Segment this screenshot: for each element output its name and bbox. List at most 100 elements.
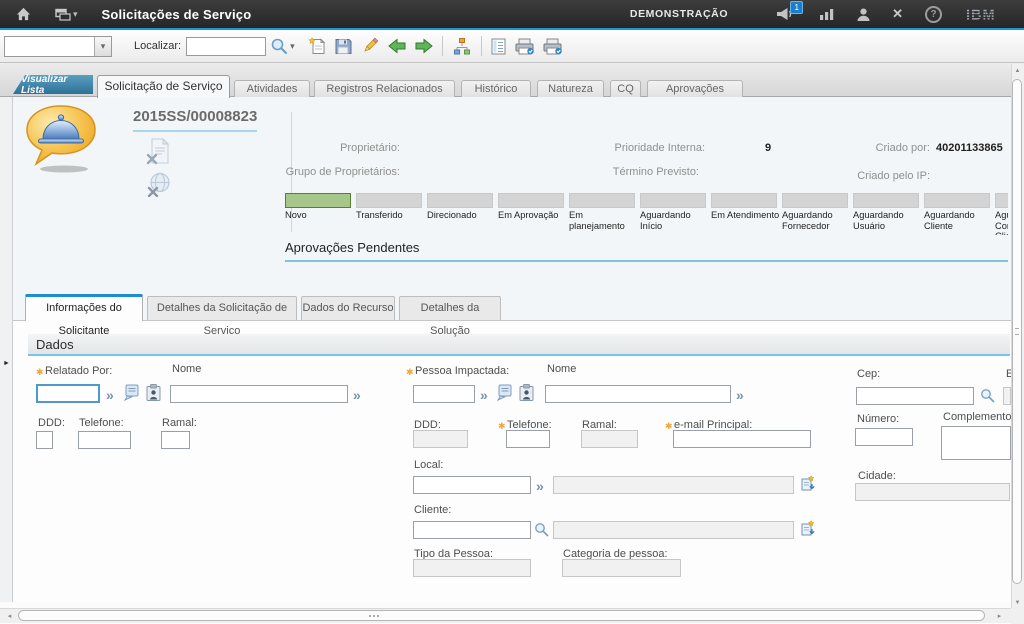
stage-label: Aguardando Confirmação Cliente xyxy=(995,210,1008,235)
stage-em-aprovacao: Em Aprovação xyxy=(498,193,564,235)
ibm-logo: IBM xyxy=(966,7,1008,22)
print-with-attachments-icon[interactable] xyxy=(543,38,562,55)
home-icon[interactable] xyxy=(16,7,31,21)
horizontal-scrollbar-thumb[interactable] xyxy=(18,610,985,621)
client-input[interactable] xyxy=(413,521,531,539)
impacted-phone-input[interactable] xyxy=(506,430,550,448)
stage-label: Novo xyxy=(285,210,357,221)
reported-ddd-input[interactable] xyxy=(36,431,53,449)
tab-registros-relacionados[interactable]: Registros Relacionados xyxy=(314,80,455,97)
queries-combobox[interactable]: ▾ xyxy=(4,36,112,57)
stage-aguardando-inicio: Aguardando Início xyxy=(640,193,706,235)
reported-phone-input[interactable] xyxy=(78,431,131,449)
clipboard-person-icon[interactable] xyxy=(145,384,162,401)
stage-box xyxy=(924,193,990,208)
reports-chart-icon[interactable] xyxy=(820,8,835,20)
number-label: Número: xyxy=(857,413,899,425)
impacted-person-input[interactable] xyxy=(413,385,475,403)
detail-menu-icon[interactable]: » xyxy=(736,388,744,402)
search-icon[interactable] xyxy=(270,37,288,55)
long-description-unavailable-icon[interactable] xyxy=(146,138,171,170)
next-record-icon[interactable] xyxy=(415,38,433,54)
combobox-caret-icon[interactable]: ▾ xyxy=(94,37,111,56)
tab-historico[interactable]: Histórico xyxy=(461,80,531,97)
cep-input[interactable] xyxy=(856,387,974,405)
stage-label: Transferido xyxy=(356,210,428,221)
globe-unavailable-icon[interactable] xyxy=(146,172,171,202)
select-value-icon[interactable] xyxy=(980,388,995,403)
clear-changes-icon[interactable] xyxy=(361,37,379,55)
view-list-button[interactable]: Visualizar Lista xyxy=(13,75,93,94)
created-by-value: 40201133865 xyxy=(936,142,1003,154)
sign-out-icon[interactable]: ✕ xyxy=(892,6,903,22)
number-input[interactable] xyxy=(855,428,913,446)
clipboard-person-icon[interactable] xyxy=(518,384,535,401)
tab-natureza[interactable]: Natureza xyxy=(537,80,604,97)
impacted-ext-input xyxy=(581,430,638,448)
app-switcher-caret-icon[interactable]: ▾ xyxy=(73,9,78,20)
impacted-name-input[interactable] xyxy=(545,385,731,403)
target-finish-label: Término Previsto: xyxy=(584,166,699,178)
app-switcher-icon[interactable] xyxy=(55,8,71,21)
stage-label: Aguardando Cliente xyxy=(924,210,996,231)
subtab-informacoes-solicitante[interactable]: Informações do Solicitante xyxy=(25,294,143,321)
quick-insert-icon[interactable] xyxy=(799,475,816,492)
profile-person-icon[interactable] xyxy=(857,8,870,21)
reported-phone-label: Telefone: xyxy=(79,417,124,429)
collapsed-side-panel[interactable] xyxy=(0,97,13,602)
service-request-icon xyxy=(22,104,100,181)
tab-aprovacoes[interactable]: Aprovações xyxy=(647,80,743,97)
required-icon: ✱ xyxy=(498,421,506,432)
reported-by-input[interactable] xyxy=(36,384,100,403)
announcements-button[interactable]: 1 xyxy=(776,7,794,21)
locate-label: Localizar: xyxy=(134,40,181,52)
locate-input[interactable] xyxy=(186,37,266,56)
workflow-route-icon[interactable] xyxy=(452,38,472,55)
toolbar-separator xyxy=(442,36,443,56)
stage-em-planejamento: Em planejamento xyxy=(569,193,635,235)
previous-record-icon[interactable] xyxy=(388,38,406,54)
print-icon[interactable] xyxy=(515,38,534,55)
new-record-icon[interactable] xyxy=(308,37,326,55)
complement-textarea[interactable] xyxy=(941,426,1011,460)
subtab-detalhes-solicitacao[interactable]: Detalhes da Solicitação de Servico xyxy=(147,296,297,320)
stage-box xyxy=(427,193,493,208)
help-icon[interactable]: ? xyxy=(925,6,942,23)
subtab-detalhes-solucao[interactable]: Detalhes da Solução xyxy=(399,296,501,320)
scroll-down-icon[interactable]: ▼ xyxy=(1012,597,1023,609)
person-details-icon[interactable] xyxy=(496,384,513,401)
internal-priority-value: 9 xyxy=(765,142,771,154)
quick-insert-icon[interactable] xyxy=(799,520,816,537)
detail-menu-icon[interactable]: » xyxy=(353,388,361,402)
city-input xyxy=(855,483,1010,501)
vertical-scrollbar-thumb[interactable] xyxy=(1012,79,1022,584)
reports-list-icon[interactable] xyxy=(491,38,506,55)
tab-atividades[interactable]: Atividades xyxy=(234,80,310,97)
location-input[interactable] xyxy=(413,476,531,494)
person-details-icon[interactable] xyxy=(123,384,140,401)
email-input[interactable] xyxy=(673,430,811,448)
stage-label: Em Aprovação xyxy=(498,210,570,221)
detail-menu-icon[interactable]: » xyxy=(106,388,114,402)
cep-label: Cep: xyxy=(857,368,880,380)
detail-menu-icon[interactable]: » xyxy=(536,479,544,493)
scroll-right-icon[interactable]: ▸ xyxy=(993,610,1006,621)
scroll-left-icon[interactable]: ◂ xyxy=(3,610,16,621)
reported-ddd-label: DDD: xyxy=(38,417,65,429)
reported-name-input[interactable] xyxy=(170,385,348,403)
stage-box xyxy=(782,193,848,208)
stage-box xyxy=(711,193,777,208)
expand-panel-icon[interactable]: ► xyxy=(3,360,10,367)
subtab-dados-recurso[interactable]: Dados do Recurso xyxy=(301,296,395,320)
address-input-cut xyxy=(1003,387,1011,405)
search-options-caret-icon[interactable]: ▾ xyxy=(290,41,295,52)
scroll-up-icon[interactable]: ▲ xyxy=(1012,65,1023,77)
city-label: Cidade: xyxy=(858,470,896,482)
detail-menu-icon[interactable]: » xyxy=(480,388,488,402)
svg-text:IBM: IBM xyxy=(966,7,996,22)
tab-solicitacao-de-servico[interactable]: Solicitação de Serviço xyxy=(97,75,230,98)
select-value-icon[interactable] xyxy=(534,522,549,537)
reported-ext-input[interactable] xyxy=(161,431,190,449)
save-icon[interactable] xyxy=(335,38,352,55)
tab-cq[interactable]: CQ xyxy=(610,80,641,97)
